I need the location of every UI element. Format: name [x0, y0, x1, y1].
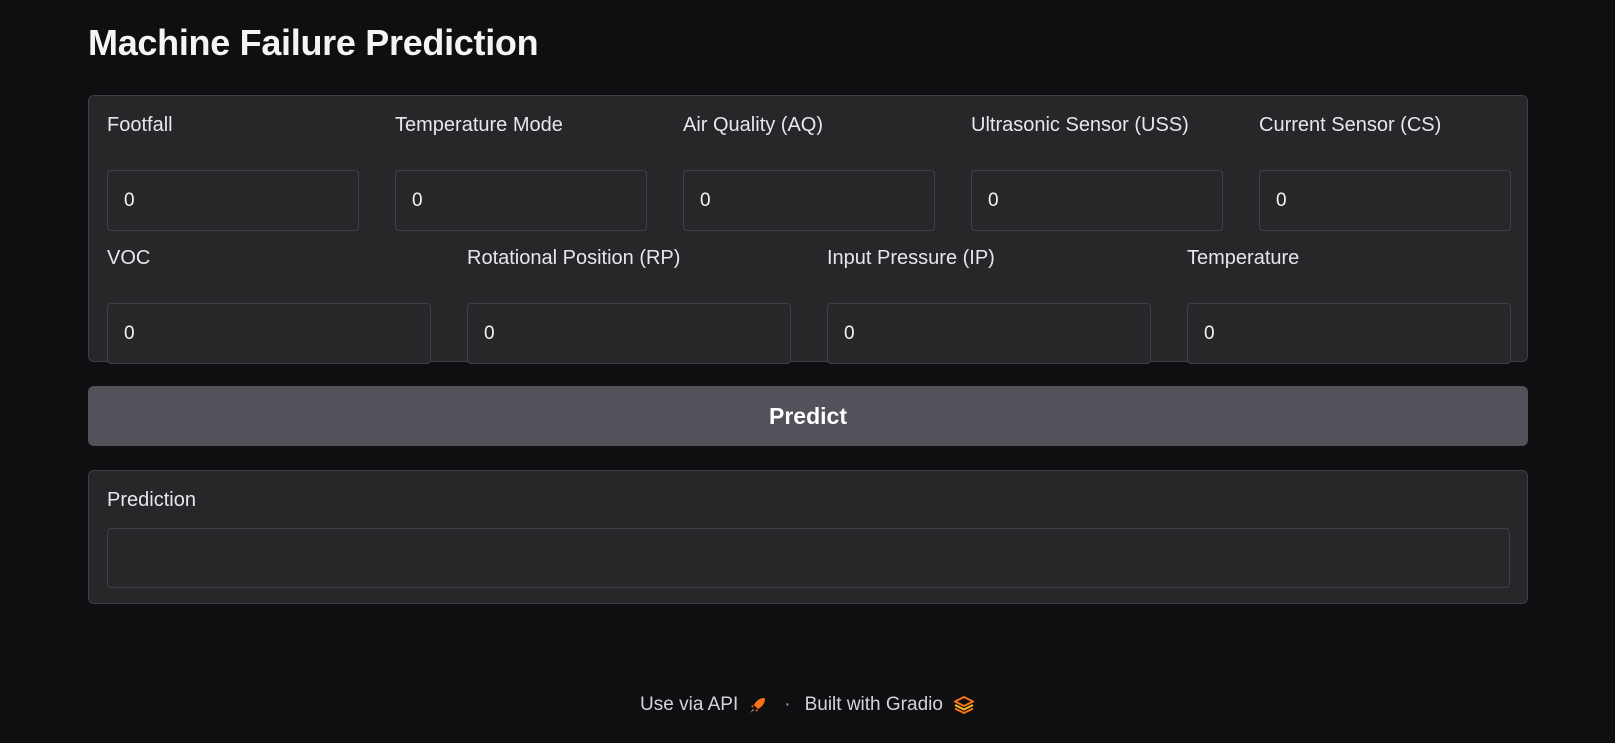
prediction-label: Prediction — [107, 489, 196, 511]
rocket-icon — [750, 698, 766, 713]
page-title: Machine Failure Prediction — [88, 22, 539, 63]
voc-label: VOC — [107, 247, 151, 269]
temperature-mode-input[interactable] — [395, 170, 647, 231]
use-via-api-label: Use via API — [640, 694, 739, 715]
built-with-gradio-label: Built with Gradio — [804, 694, 943, 715]
input-pressure-label: Input Pressure (IP) — [827, 247, 995, 269]
temperature-mode-label: Temperature Mode — [395, 114, 563, 136]
footfall-input[interactable] — [107, 170, 359, 231]
voc-input[interactable] — [107, 303, 431, 364]
use-via-api-link[interactable]: Use via API — [640, 694, 768, 716]
rotational-position-input[interactable] — [467, 303, 791, 364]
footer: Use via API · Built with Gradio — [0, 694, 1615, 716]
temperature-input[interactable] — [1187, 303, 1511, 364]
footfall-label: Footfall — [107, 114, 173, 136]
output-panel: Prediction — [88, 470, 1528, 604]
air-quality-input[interactable] — [683, 170, 935, 231]
app-root: Machine Failure Prediction Footfall Temp… — [0, 0, 1615, 743]
built-with-gradio-link[interactable]: Built with Gradio — [805, 694, 975, 716]
current-sensor-input[interactable] — [1259, 170, 1511, 231]
predict-button[interactable]: Predict — [88, 386, 1528, 446]
ultrasonic-sensor-label: Ultrasonic Sensor (USS) — [971, 114, 1189, 136]
input-panel: Footfall Temperature Mode Air Quality (A… — [88, 95, 1528, 364]
prediction-output[interactable] — [107, 528, 1510, 588]
air-quality-label: Air Quality (AQ) — [683, 114, 824, 136]
footer-separator: · — [784, 694, 791, 715]
input-pressure-input[interactable] — [827, 303, 1151, 364]
ultrasonic-sensor-input[interactable] — [971, 170, 1223, 231]
temperature-label: Temperature — [1187, 247, 1300, 269]
rotational-position-label: Rotational Position (RP) — [467, 247, 681, 269]
current-sensor-label: Current Sensor (CS) — [1259, 114, 1442, 136]
gradio-logo-icon — [953, 696, 974, 714]
